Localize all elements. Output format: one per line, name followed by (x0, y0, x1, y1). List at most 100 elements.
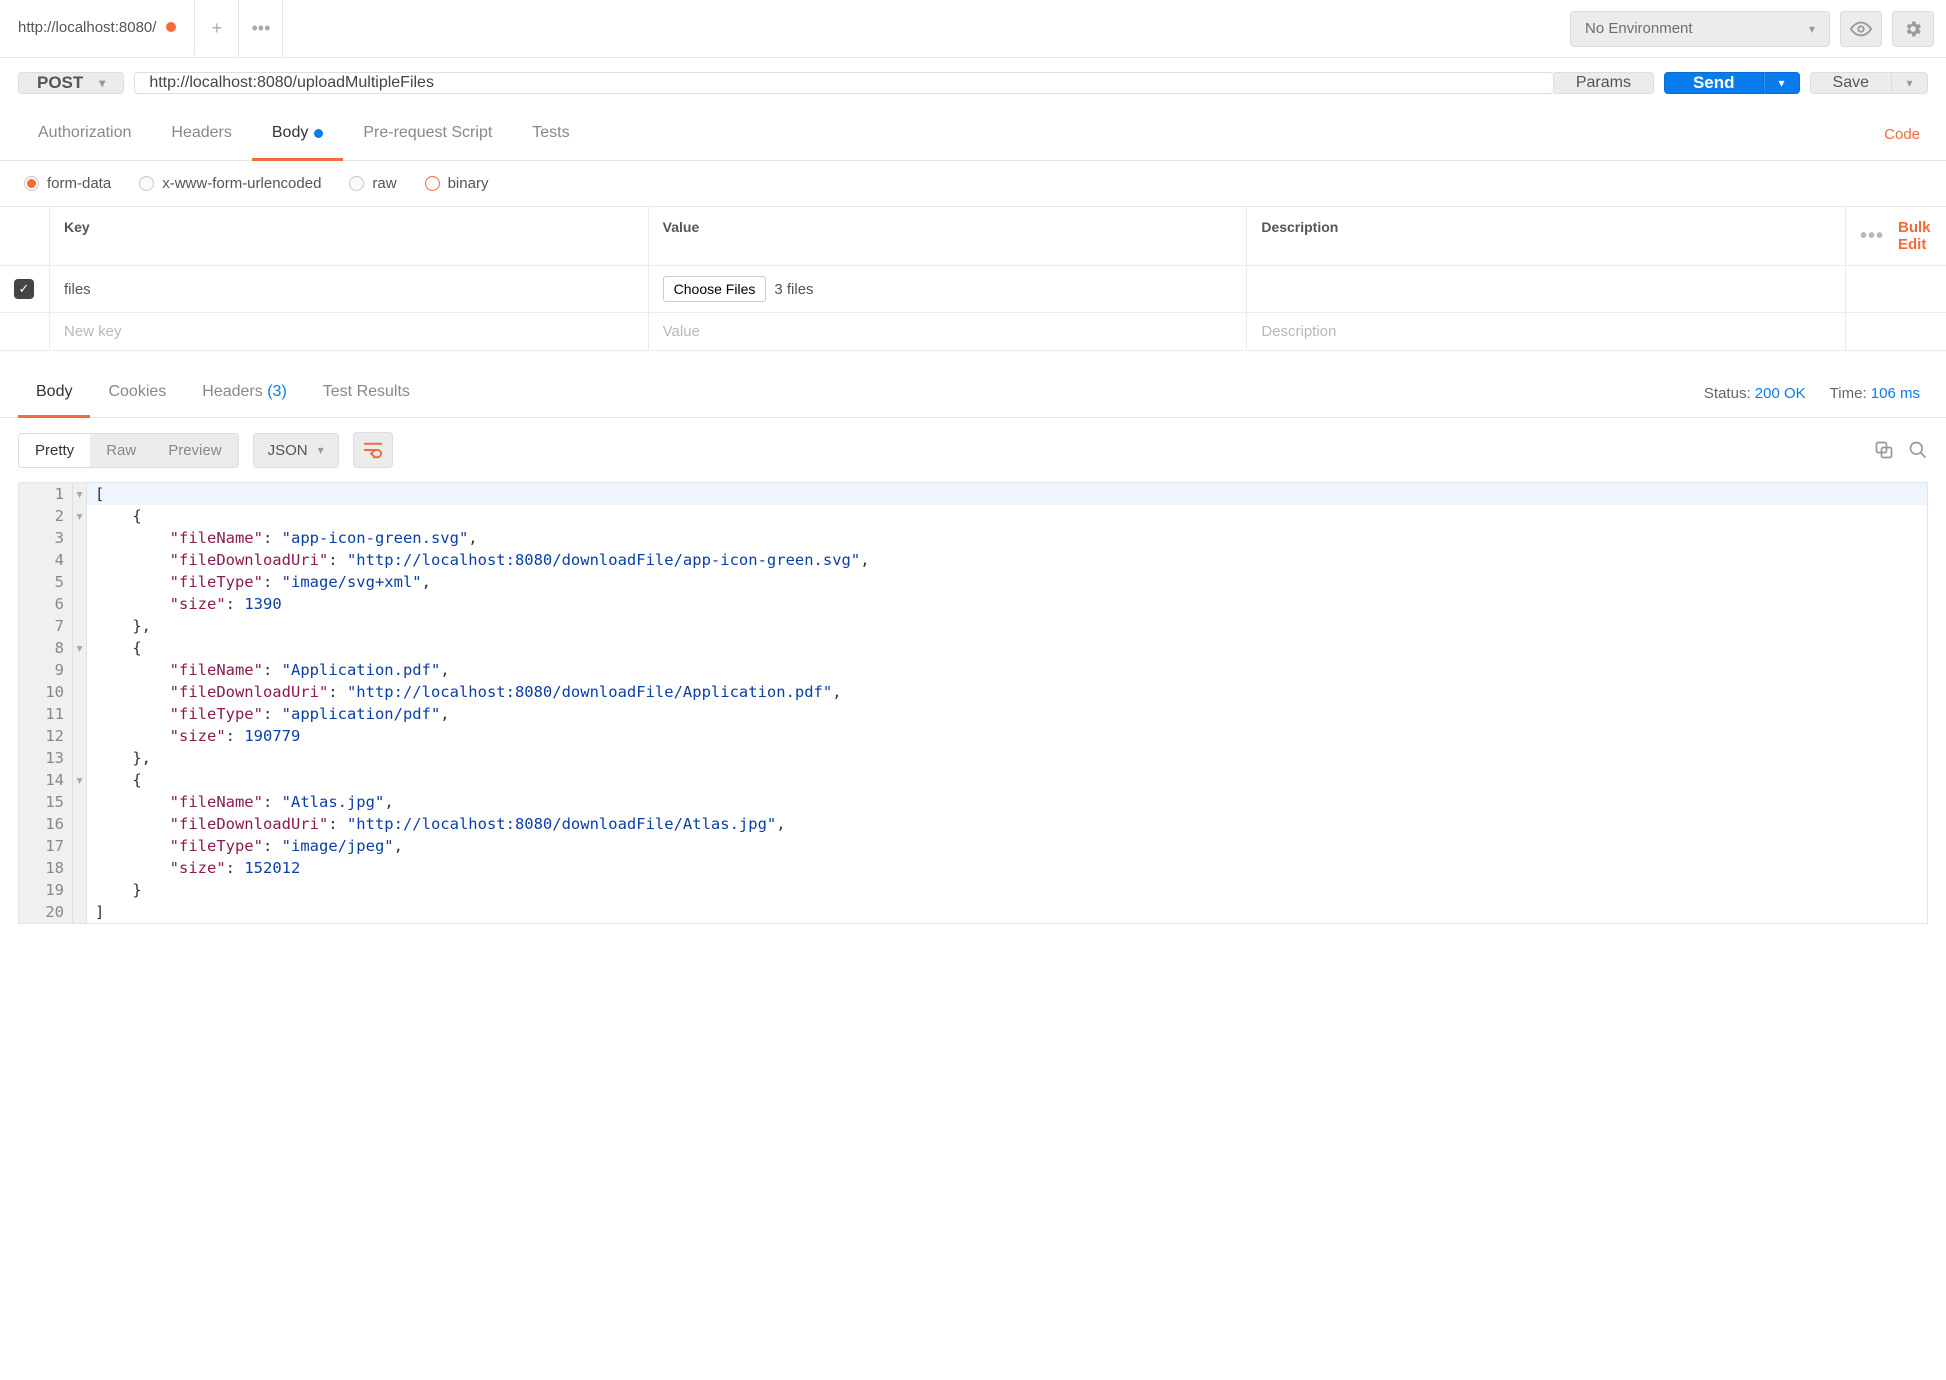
code-content: }, (87, 747, 159, 769)
fold-gutter (73, 857, 87, 879)
code-content: { (87, 637, 150, 659)
formdata-new-row: New key Value Description (0, 313, 1946, 351)
resp-tab-headers[interactable]: Headers (3) (184, 369, 305, 418)
choose-files-button[interactable]: Choose Files (663, 276, 767, 302)
radio-icon (425, 176, 440, 191)
response-status-bar: Status: 200 OK Time: 106 ms (1704, 385, 1928, 402)
view-mode-segmented: Pretty Raw Preview (18, 433, 239, 468)
code-content: "fileName": "Atlas.jpg", (87, 791, 402, 813)
settings-button[interactable] (1892, 11, 1934, 47)
formdata-key-cell[interactable]: files (50, 266, 649, 312)
line-number: 8 (19, 637, 73, 659)
line-number: 9 (19, 659, 73, 681)
status-label: Status: (1704, 385, 1751, 402)
code-content: "fileName": "app-icon-green.svg", (87, 527, 486, 549)
unsaved-indicator-icon (166, 22, 176, 32)
bodytype-formdata[interactable]: form-data (24, 175, 111, 192)
fold-gutter (73, 747, 87, 769)
line-number: 5 (19, 571, 73, 593)
code-line: 15 "fileName": "Atlas.jpg", (19, 791, 1927, 813)
wrap-icon (362, 441, 384, 459)
resp-tab-body[interactable]: Body (18, 369, 90, 418)
environment-quicklook-button[interactable] (1840, 11, 1882, 47)
send-button-label: Send (1693, 73, 1735, 93)
code-content: { (87, 769, 150, 791)
tab-label: Headers (202, 383, 262, 400)
fold-gutter[interactable]: ▾ (73, 483, 87, 505)
fold-gutter (73, 879, 87, 901)
fold-gutter (73, 615, 87, 637)
copy-response-button[interactable] (1874, 440, 1894, 460)
request-url-input[interactable]: http://localhost:8080/uploadMultipleFile… (134, 72, 1554, 94)
new-desc-input[interactable]: Description (1247, 313, 1846, 350)
view-pretty[interactable]: Pretty (19, 434, 90, 467)
code-line: 4 "fileDownloadUri": "http://localhost:8… (19, 549, 1927, 571)
environment-select[interactable]: No Environment ▾ (1570, 11, 1830, 47)
code-link-button[interactable]: Code (1876, 110, 1928, 159)
params-button[interactable]: Params (1554, 72, 1654, 94)
view-preview[interactable]: Preview (152, 434, 237, 467)
column-options-button[interactable]: ••• (1860, 225, 1884, 248)
gear-icon (1903, 19, 1923, 39)
fold-gutter (73, 593, 87, 615)
tab-headers[interactable]: Headers (151, 108, 251, 161)
send-options-button[interactable]: ▾ (1764, 72, 1800, 94)
chevron-down-icon: ▾ (1906, 76, 1912, 90)
fold-gutter[interactable]: ▾ (73, 505, 87, 527)
radio-label: binary (448, 175, 489, 192)
plus-icon: + (212, 18, 223, 39)
save-button[interactable]: Save (1810, 72, 1892, 94)
fold-gutter (73, 681, 87, 703)
seg-label: Raw (106, 442, 136, 459)
formdata-row: ✓ files Choose Files 3 files (0, 266, 1946, 313)
response-body-viewer[interactable]: 1▾[2▾ {3 "fileName": "app-icon-green.svg… (18, 482, 1928, 924)
line-number: 2 (19, 505, 73, 527)
save-options-button[interactable]: ▾ (1892, 72, 1928, 94)
http-method-select[interactable]: POST ▾ (18, 72, 124, 94)
code-content: "fileType": "image/svg+xml", (87, 571, 439, 593)
line-number: 18 (19, 857, 73, 879)
code-line: 8▾ { (19, 637, 1927, 659)
code-content: { (87, 505, 150, 527)
resp-tab-testresults[interactable]: Test Results (305, 369, 428, 418)
request-tab[interactable]: http://localhost:8080/ (0, 0, 195, 57)
fold-gutter[interactable]: ▾ (73, 769, 87, 791)
line-number: 13 (19, 747, 73, 769)
new-key-input[interactable]: New key (50, 313, 649, 350)
copy-icon (1874, 440, 1894, 460)
new-tab-button[interactable]: + (195, 0, 239, 57)
wrap-lines-button[interactable] (353, 432, 393, 468)
save-button-label: Save (1833, 74, 1869, 92)
chevron-down-icon: ▾ (318, 443, 324, 457)
tab-options-button[interactable]: ••• (239, 0, 283, 57)
radio-label: raw (372, 175, 396, 192)
tab-body[interactable]: Body (252, 108, 343, 161)
new-value-input[interactable]: Value (649, 313, 1248, 350)
send-button[interactable]: Send (1664, 72, 1764, 94)
row-enable-checkbox[interactable]: ✓ (14, 279, 34, 299)
bodytype-urlencoded[interactable]: x-www-form-urlencoded (139, 175, 321, 192)
bodytype-raw[interactable]: raw (349, 175, 396, 192)
tab-tests[interactable]: Tests (512, 108, 589, 161)
col-key: Key (50, 207, 649, 265)
code-line: 1▾[ (19, 483, 1927, 505)
tab-label: Authorization (38, 124, 131, 142)
code-line: 13 }, (19, 747, 1927, 769)
code-line: 10 "fileDownloadUri": "http://localhost:… (19, 681, 1927, 703)
fold-gutter (73, 571, 87, 593)
response-format-select[interactable]: JSON ▾ (253, 433, 339, 468)
bodytype-binary[interactable]: binary (425, 175, 489, 192)
fold-gutter (73, 901, 87, 923)
resp-tab-cookies[interactable]: Cookies (90, 369, 184, 418)
search-response-button[interactable] (1908, 440, 1928, 460)
code-line: 5 "fileType": "image/svg+xml", (19, 571, 1927, 593)
tab-authorization[interactable]: Authorization (18, 108, 151, 161)
fold-gutter[interactable]: ▾ (73, 637, 87, 659)
tab-prerequest[interactable]: Pre-request Script (343, 108, 512, 161)
http-method-label: POST (37, 73, 83, 93)
bulk-edit-button[interactable]: Bulk Edit (1898, 219, 1932, 253)
view-raw[interactable]: Raw (90, 434, 152, 467)
code-line: 2▾ { (19, 505, 1927, 527)
radio-icon (24, 176, 39, 191)
formdata-value-cell: Choose Files 3 files (649, 266, 1248, 312)
